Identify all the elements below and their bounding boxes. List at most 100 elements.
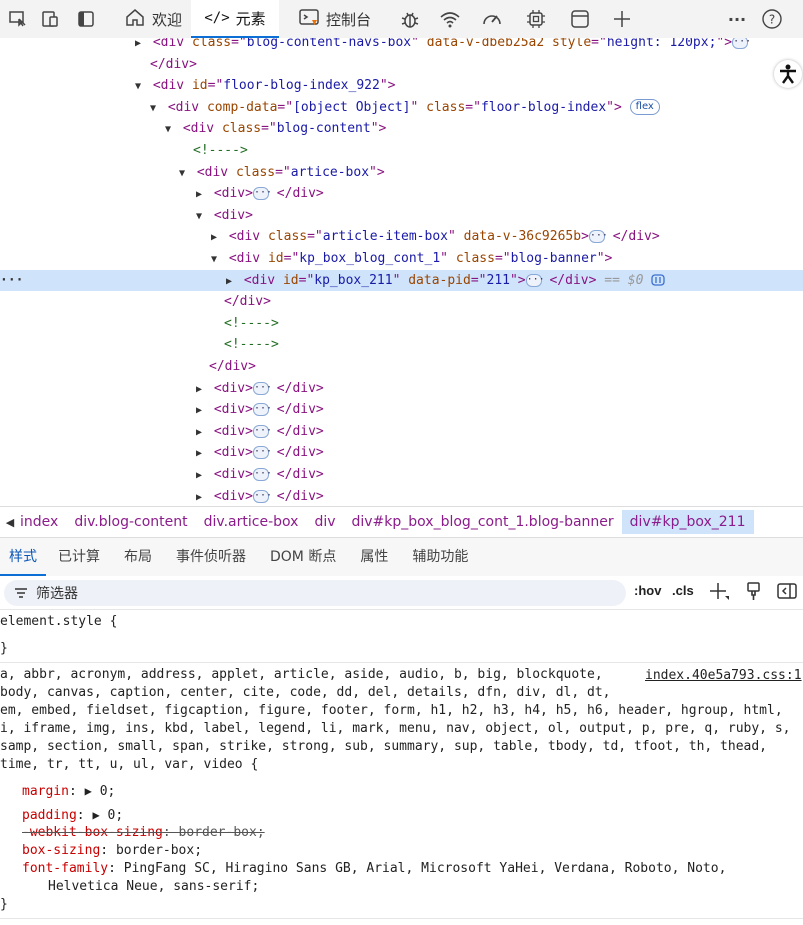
collapsed-content-icon[interactable]: ··· (252, 381, 272, 395)
tab-dom-breakpoints[interactable]: DOM 断点 (258, 538, 348, 576)
tab-event-listeners[interactable]: 事件侦听器 (164, 538, 258, 576)
breadcrumb-item[interactable]: div.blog-content (74, 514, 187, 530)
breadcrumb-item[interactable]: div.artice-box (204, 514, 299, 530)
collapsed-content-icon[interactable]: ··· (252, 489, 272, 503)
expand-triangle-icon[interactable]: ▶ (196, 487, 206, 506)
collapse-triangle-icon[interactable]: ▼ (150, 98, 160, 119)
tab-computed[interactable]: 已计算 (46, 538, 112, 576)
tab-elements[interactable]: </> 元素 (191, 0, 279, 38)
css-property-value-continuation: Helvetica Neue, sans-serif; (48, 879, 260, 894)
dom-node[interactable]: ▶ <div>··· </div> (0, 399, 803, 420)
dom-node[interactable]: ▼ <div id="kp_box_blog_cont_1" class="bl… (0, 248, 803, 269)
collapsed-content-icon[interactable]: ··· (588, 230, 608, 244)
tab-styles[interactable]: 样式 (0, 538, 46, 576)
more-icon[interactable]: ··· (725, 7, 749, 31)
dom-node[interactable]: ▼ <div class="blog-content"> (0, 118, 803, 139)
new-style-rule-icon[interactable] (708, 581, 730, 604)
expand-triangle-icon[interactable]: ▶ (135, 38, 145, 54)
paint-brush-icon[interactable] (745, 581, 763, 604)
dom-node[interactable]: ▶ <div>··· </div> (0, 486, 803, 506)
markup-token: class (235, 164, 276, 180)
collapse-triangle-icon[interactable]: ▼ (135, 76, 145, 97)
inspect-element-icon[interactable] (6, 7, 30, 31)
tab-welcome[interactable]: 欢迎 (118, 0, 188, 38)
dom-node[interactable]: ▼ <div> (0, 205, 803, 226)
hov-button[interactable]: :hov (634, 583, 661, 598)
toggle-sidebar-icon[interactable] (776, 581, 798, 604)
wifi-icon[interactable] (438, 7, 462, 31)
source-link[interactable]: index.40e5a793.css:1 (645, 668, 802, 683)
node-actions-icon[interactable]: ··· (0, 270, 23, 291)
dom-node[interactable]: ▶ <div class="article-item-box" data-v-3… (0, 226, 803, 247)
collapsed-content-icon[interactable]: ··· (252, 424, 272, 438)
expand-triangle-icon[interactable]: ▶ (211, 227, 221, 248)
dom-node[interactable]: </div> (0, 291, 803, 312)
expand-icon[interactable]: ▶ (85, 784, 92, 798)
dom-node[interactable]: ▶ <div>··· </div> (0, 442, 803, 463)
tab-accessibility[interactable]: 辅助功能 (400, 538, 480, 576)
device-emulation-icon[interactable] (38, 7, 62, 31)
dom-node[interactable]: <!----> (0, 334, 803, 355)
collapsed-content-icon[interactable]: ··· (525, 273, 545, 287)
accessibility-icon[interactable] (774, 60, 802, 88)
filter-input[interactable]: 筛选器 (4, 580, 626, 606)
markup-token: "> (369, 164, 385, 180)
cpu-icon[interactable] (524, 7, 548, 31)
dom-node[interactable]: </div> (0, 356, 803, 377)
collapsed-content-icon[interactable]: ··· (732, 38, 751, 49)
dom-node[interactable]: ▶ <div class="blog-content-navs-box" dat… (0, 38, 803, 53)
dom-node[interactable]: ▶ <div>··· </div> (0, 421, 803, 442)
css-declaration[interactable]: padding: ▶ 0; (22, 806, 123, 825)
expand-triangle-icon[interactable]: ▶ (196, 184, 206, 205)
dom-node[interactable]: <!----> (0, 313, 803, 334)
performance-icon[interactable] (480, 7, 504, 31)
element-style-selector[interactable]: element.style { (0, 613, 117, 631)
css-declaration[interactable]: box-sizing: border-box; (22, 842, 202, 860)
breadcrumb-scroll-left-icon[interactable]: ◀ (0, 516, 20, 529)
dom-node[interactable]: </div> (0, 54, 803, 75)
dom-node[interactable]: ▶ <div>··· </div> (0, 183, 803, 204)
dom-node-selected[interactable]: ··· ▶ <div id="kp_box_211" data-pid="211"… (0, 269, 803, 292)
breadcrumb-item-selected[interactable]: div#kp_box_211 (621, 510, 754, 534)
collapsed-content-icon[interactable]: ··· (252, 403, 272, 417)
plus-icon[interactable] (610, 7, 634, 31)
help-icon[interactable]: ? (760, 7, 784, 31)
tab-layout[interactable]: 布局 (112, 538, 164, 576)
expand-triangle-icon[interactable]: ▶ (196, 400, 206, 421)
css-declaration-overridden[interactable]: -webkit-box-sizing: border-box; (22, 824, 265, 842)
tab-console[interactable]: 控制台 (292, 0, 377, 38)
copilot-icon[interactable] (651, 273, 665, 288)
dom-node[interactable]: ▶ <div>··· </div> (0, 378, 803, 399)
expand-triangle-icon[interactable]: ▶ (196, 465, 206, 486)
breadcrumb-item[interactable]: div#kp_box_blog_cont_1.blog-banner (352, 514, 614, 530)
dom-node[interactable]: ▼ <div comp-data="[object Object]" class… (0, 97, 803, 118)
expand-triangle-icon[interactable]: ▶ (196, 422, 206, 443)
collapsed-content-icon[interactable]: ··· (252, 187, 272, 201)
breadcrumb-item[interactable]: index (20, 514, 58, 530)
tab-properties[interactable]: 属性 (348, 538, 400, 576)
dom-node[interactable]: ▼ <div id="floor-blog-index_922"> (0, 75, 803, 96)
flex-badge[interactable]: flex (629, 99, 660, 116)
cls-button[interactable]: .cls (672, 583, 694, 598)
dom-node[interactable]: ▼ <div class="artice-box"> (0, 162, 803, 183)
dom-node[interactable]: <!----> (0, 140, 803, 161)
bug-icon[interactable] (398, 7, 422, 31)
css-declaration[interactable]: font-family: PingFang SC, Hiragino Sans … (22, 860, 726, 878)
expand-triangle-icon[interactable]: ▶ (226, 271, 236, 292)
collapse-triangle-icon[interactable]: ▼ (211, 249, 221, 270)
collapse-triangle-icon[interactable]: ▼ (179, 163, 189, 184)
dom-node[interactable]: ▶ <div>··· </div> (0, 464, 803, 485)
collapsed-content-icon[interactable]: ··· (252, 468, 272, 481)
css-declaration[interactable]: margin: ▶ 0; (22, 782, 115, 801)
sidebar-toggle-icon[interactable] (74, 7, 98, 31)
expand-triangle-icon[interactable]: ▶ (196, 379, 206, 400)
breadcrumb-item[interactable]: div (314, 514, 335, 530)
expand-triangle-icon[interactable]: ▶ (196, 443, 206, 464)
application-icon[interactable] (568, 7, 592, 31)
collapse-triangle-icon[interactable]: ▼ (196, 206, 206, 227)
dom-node-content: ▼ <div class="artice-box"> (179, 162, 385, 184)
collapse-triangle-icon[interactable]: ▼ (165, 119, 175, 140)
styles-pane: element.style { } index.40e5a793.css:1 a… (0, 610, 803, 925)
collapsed-content-icon[interactable]: ··· (252, 446, 272, 460)
expand-icon[interactable]: ▶ (92, 808, 99, 822)
